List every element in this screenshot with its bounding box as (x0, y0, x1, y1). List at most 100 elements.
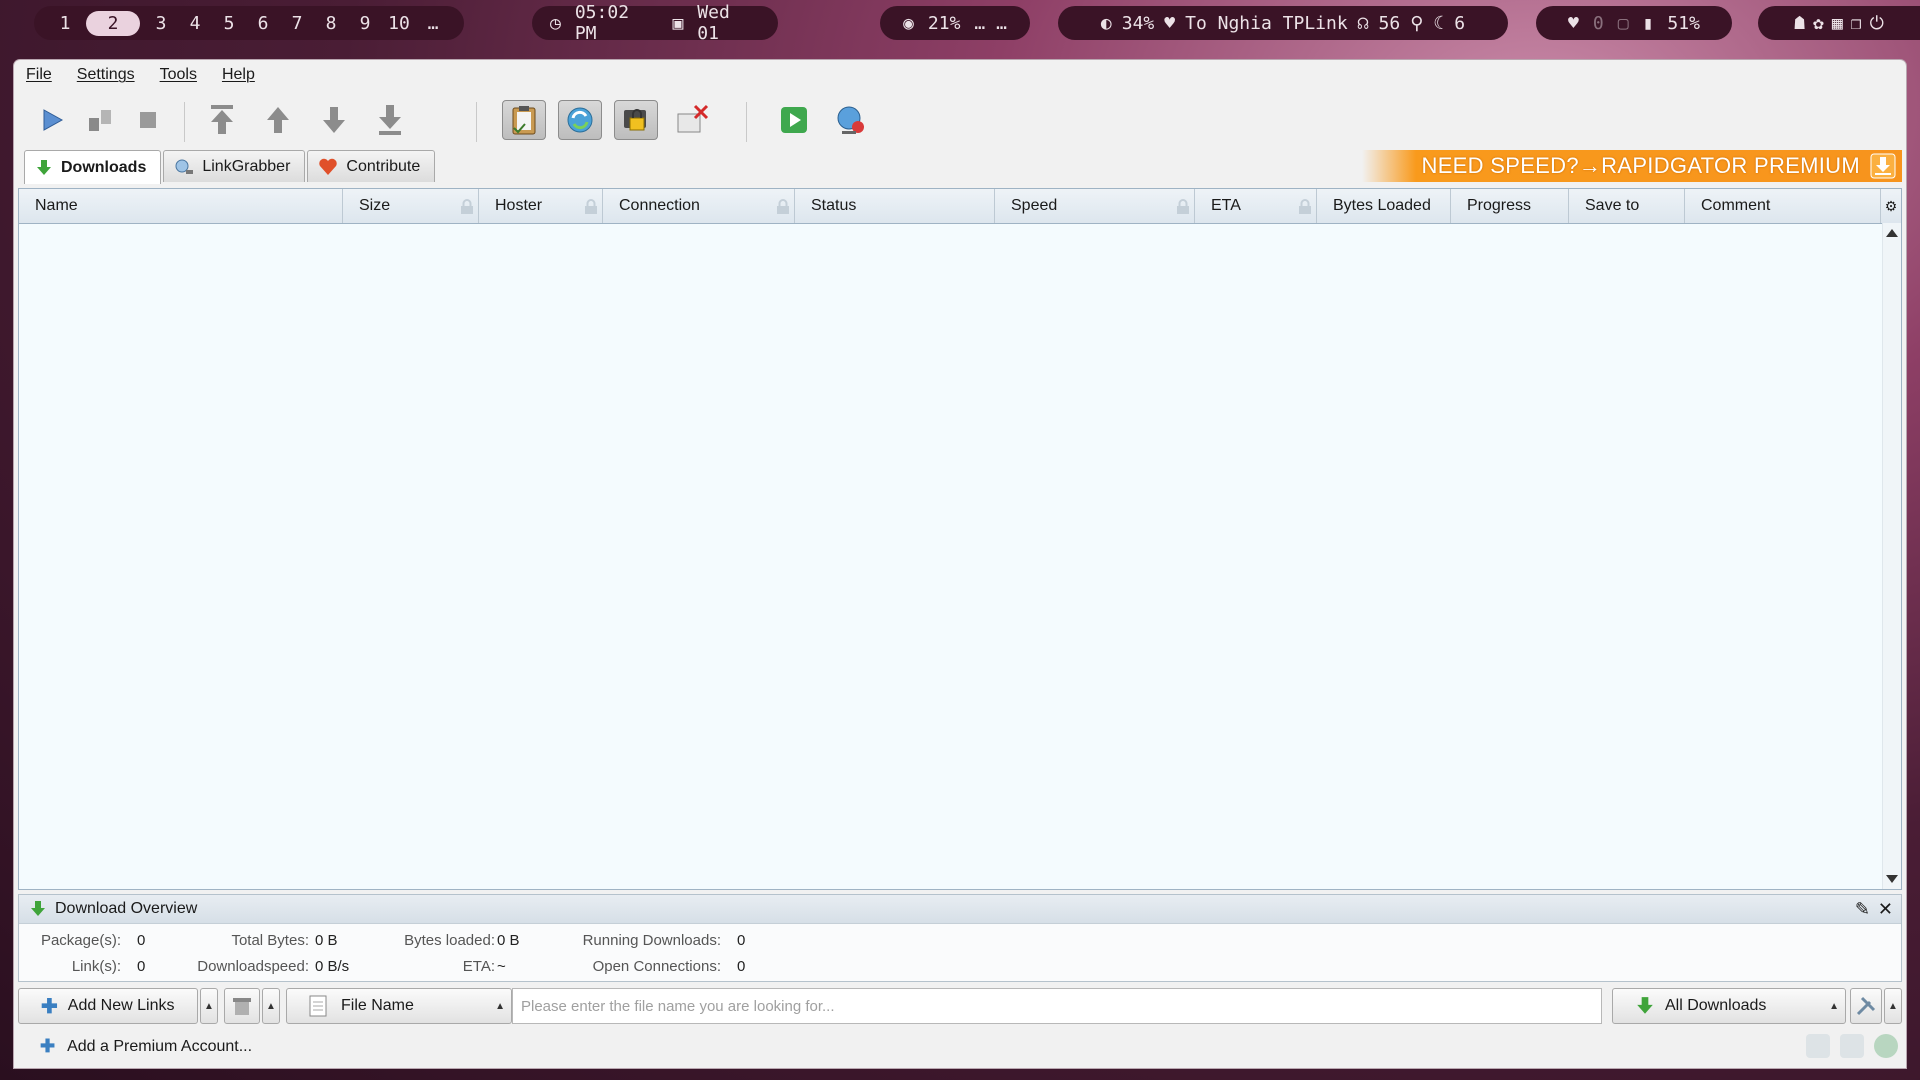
tray-icons: ☗ ✿ ▦ ❐ ⏻ (1758, 6, 1920, 40)
workspace-3[interactable]: 3 (148, 13, 174, 34)
rapidgator-premium-banner[interactable]: NEED SPEED?→RAPIDGATOR PREMIUM (1362, 150, 1902, 182)
cpu-widget[interactable]: ◉ 21% … … (880, 6, 1030, 40)
add-premium-account-link[interactable]: ✚ Add a Premium Account... (40, 1036, 252, 1057)
menu-tools[interactable]: Tools (160, 66, 197, 84)
workspace-7[interactable]: 7 (284, 13, 310, 34)
add-links-dropdown[interactable]: ▲ (200, 988, 218, 1024)
column-connection[interactable]: Connection (603, 189, 795, 223)
lock-icon (1299, 199, 1311, 214)
quick-settings-dropdown[interactable]: ▲ (1884, 988, 1902, 1024)
workspace-2[interactable]: 2 (86, 10, 140, 36)
menu-file[interactable]: File (26, 66, 52, 84)
delete-button[interactable] (224, 988, 260, 1024)
open-connections-label: Open Connections: (592, 958, 721, 975)
column-bytes-loaded[interactable]: Bytes Loaded (1317, 189, 1451, 223)
clipboard-icon[interactable]: ❐ (1851, 13, 1862, 34)
triangle-up-icon: ▲ (1888, 1000, 1898, 1012)
column-progress[interactable]: Progress (1451, 189, 1569, 223)
overview-stats: Package(s): 0 Link(s): 0 Total Bytes: 0 … (19, 924, 1901, 982)
move-top-button[interactable] (200, 100, 244, 140)
add-new-links-button[interactable]: ✚ Add New Links (18, 988, 198, 1024)
delete-dropdown[interactable]: ▲ (262, 988, 280, 1024)
wrench-icon[interactable]: ✎ (1855, 899, 1870, 920)
clock-widget[interactable]: ◷ 05:02 PM ▣ Wed 01 (532, 2, 778, 44)
move-bottom-button[interactable] (368, 100, 412, 140)
status-bar: ✚ Add a Premium Account... (14, 1028, 1906, 1064)
triangle-up-icon: ▲ (204, 1000, 214, 1012)
column-save-to[interactable]: Save to (1569, 189, 1685, 223)
download-filter-select[interactable]: All Downloads ▲ (1612, 988, 1846, 1024)
banner-text: NEED SPEED?→RAPIDGATOR PREMIUM (1421, 153, 1860, 178)
lock-icon (461, 199, 473, 214)
workspace-4[interactable]: 4 (182, 13, 208, 34)
tab-downloads[interactable]: Downloads (24, 150, 162, 184)
reconnect-button[interactable] (828, 100, 872, 140)
overview-title: Download Overview (55, 900, 198, 917)
date-text: Wed 01 (697, 2, 730, 44)
workspace-switcher: 1 2 3 4 5 6 7 8 9 10 … (34, 6, 464, 40)
scroll-up-arrow-icon[interactable] (1886, 229, 1898, 237)
move-up-button[interactable] (256, 100, 300, 140)
screenshot-icon[interactable]: ▦ (1832, 13, 1843, 34)
workspace-8[interactable]: 8 (318, 13, 344, 34)
column-size[interactable]: Size (343, 189, 479, 223)
clipboard-observer-toggle[interactable] (502, 100, 546, 140)
jdownloader-window: File Settings Tools Help Downloads LinkG… (14, 60, 1906, 1068)
workspace-9[interactable]: 9 (352, 13, 378, 34)
total-bytes-label: Total Bytes: (231, 932, 309, 949)
total-bytes-value: 0 B (315, 932, 338, 949)
main-tabs: Downloads LinkGrabber Contribute (24, 150, 437, 184)
quick-settings-button[interactable] (1850, 988, 1882, 1024)
status-refresh-icon[interactable] (1806, 1034, 1830, 1058)
triangle-up-icon: ▲ (1829, 1000, 1839, 1012)
menu-help[interactable]: Help (222, 66, 255, 84)
battery-widget[interactable]: ♥ 0 ▢ ▮ 51% (1536, 6, 1732, 40)
tab-linkgrabber[interactable]: LinkGrabber (163, 150, 306, 182)
menu-settings[interactable]: Settings (77, 66, 135, 84)
downloads-table[interactable]: Name Size Hoster Connection Status Speed… (18, 188, 1902, 890)
close-icon[interactable]: ✕ (1878, 899, 1893, 920)
premium-toggle[interactable] (614, 100, 658, 140)
column-eta[interactable]: ETA (1195, 189, 1317, 223)
workspace-more[interactable]: … (420, 13, 446, 34)
calendar-icon: ▣ (672, 12, 684, 34)
auto-reconnect-toggle[interactable] (558, 100, 602, 140)
workspace-6[interactable]: 6 (250, 13, 276, 34)
move-down-button[interactable] (312, 100, 356, 140)
workspace-1[interactable]: 1 (52, 13, 78, 34)
globe-icon (837, 106, 864, 134)
column-comment[interactable]: Comment (1685, 189, 1803, 223)
status-grid-icon[interactable] (1840, 1034, 1864, 1058)
workspace-10[interactable]: 10 (386, 13, 412, 34)
search-field-select[interactable]: File Name ▲ (286, 988, 512, 1024)
status-network-icon[interactable] (1874, 1034, 1898, 1058)
status-icons (1806, 1034, 1898, 1058)
workspace-5[interactable]: 5 (216, 13, 242, 34)
search-input[interactable]: Please enter the file name you are looki… (512, 988, 1602, 1024)
power-icon[interactable]: ⏻ (1870, 13, 1884, 34)
system-indicators[interactable]: ◐ 34% ♥ To Nghia TPLink ☊ 56 ⚲ ☾ 6 (1058, 6, 1508, 40)
silent-mode-toggle[interactable] (670, 100, 714, 140)
downloadspeed-label: Downloadspeed: (197, 958, 309, 975)
bottom-toolbar: ✚ Add New Links ▲ ▲ File Name ▲ Please e… (18, 988, 1902, 1024)
column-settings-button[interactable]: ⚙ (1880, 189, 1901, 223)
cpu-extra: … … (974, 12, 1007, 34)
headphones-icon: ☊ (1357, 12, 1369, 34)
start-downloads-button[interactable] (30, 100, 74, 140)
bytes-loaded-label: Bytes loaded: (404, 932, 495, 949)
add-new-links-label: Add New Links (67, 997, 175, 1014)
column-hoster[interactable]: Hoster (479, 189, 603, 223)
update-button[interactable] (772, 100, 816, 140)
pause-downloads-button[interactable] (78, 100, 122, 140)
stop-icon (140, 112, 156, 128)
column-status[interactable]: Status (795, 189, 995, 223)
column-bytes-loaded-label: Bytes Loaded (1333, 197, 1431, 214)
vertical-scrollbar[interactable] (1882, 223, 1901, 889)
stop-downloads-button[interactable] (126, 100, 170, 140)
ghost-icon[interactable]: ☗ (1794, 13, 1805, 34)
scroll-down-arrow-icon[interactable] (1886, 875, 1898, 883)
palette-icon[interactable]: ✿ (1813, 13, 1824, 34)
column-name[interactable]: Name (19, 189, 343, 223)
column-speed[interactable]: Speed (995, 189, 1195, 223)
tab-contribute[interactable]: Contribute (307, 150, 436, 182)
